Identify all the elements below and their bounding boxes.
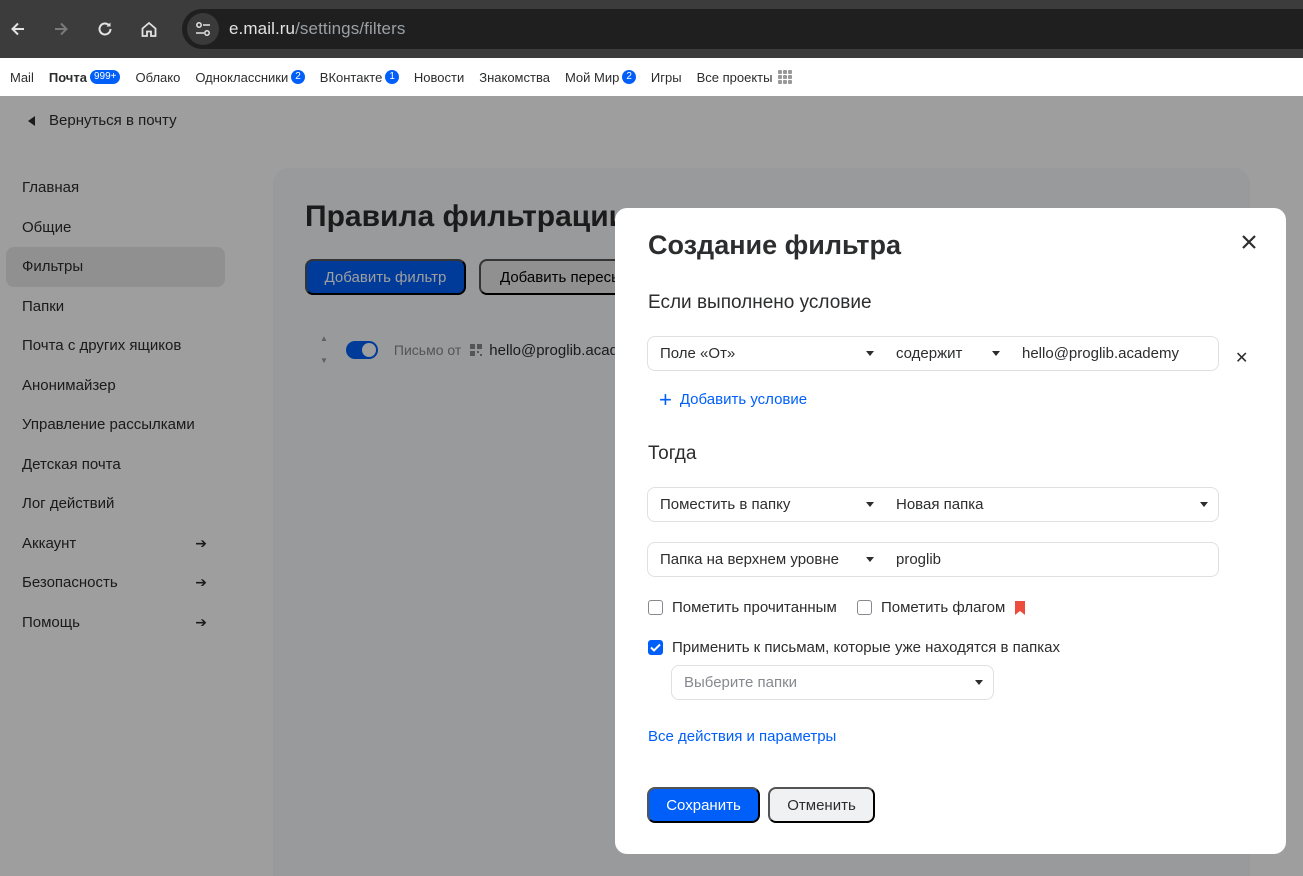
url-text: e.mail.ru/settings/filters bbox=[229, 19, 405, 39]
flag-icon bbox=[1015, 600, 1026, 615]
count-badge: 2 bbox=[291, 70, 305, 84]
remove-condition-icon[interactable]: ✕ bbox=[1235, 348, 1248, 368]
portal-item-dating[interactable]: Знакомства bbox=[479, 70, 550, 85]
checkbox-box[interactable] bbox=[648, 600, 663, 615]
select-placeholder: Выберите папки bbox=[684, 674, 798, 691]
chevron-down-icon bbox=[866, 351, 874, 356]
input-value: hello@proglib.academy bbox=[1022, 345, 1179, 362]
portal-label: Новости bbox=[413, 69, 465, 85]
folder-name-input[interactable]: proglib bbox=[884, 542, 1219, 577]
input-value: proglib bbox=[896, 551, 942, 568]
mark-read-label: Пометить прочитанным bbox=[672, 599, 837, 616]
action-select[interactable]: Поместить в папку bbox=[647, 487, 885, 522]
condition-value-input[interactable]: hello@proglib.academy bbox=[1010, 336, 1219, 371]
cancel-button[interactable]: Отменить bbox=[768, 787, 875, 823]
home-icon[interactable] bbox=[134, 14, 164, 44]
reload-icon[interactable] bbox=[90, 14, 120, 44]
portal-label: Mail bbox=[10, 69, 34, 85]
select-value: Папка на верхнем уровне bbox=[660, 551, 839, 568]
condition-operator-select[interactable]: содержит bbox=[884, 336, 1011, 371]
chevron-down-icon bbox=[975, 680, 983, 685]
portal-label: ВКонтакте bbox=[319, 69, 383, 85]
create-filter-dialog: Создание фильтра Если выполнено условие … bbox=[615, 208, 1286, 854]
portal-label: Все проекты bbox=[696, 69, 773, 85]
portal-item-pochta[interactable]: Почта 999+ bbox=[49, 70, 121, 85]
portal-item-oblako[interactable]: Облако bbox=[135, 70, 180, 85]
folder-level-select[interactable]: Папка на верхнем уровне bbox=[647, 542, 885, 577]
select-value: Поместить в папку bbox=[660, 496, 791, 513]
apply-existing-label: Применить к письмам, которые уже находят… bbox=[672, 639, 1060, 656]
portal-nav: Mail Почта 999+ Облако Одноклассники 2 ВКо… bbox=[0, 58, 1303, 96]
browser-toolbar: e.mail.ru/settings/filters bbox=[0, 0, 1303, 58]
url-path: /settings/filters bbox=[295, 19, 406, 38]
portal-label: Одноклассники bbox=[195, 69, 289, 85]
portal-label: Мой Мир bbox=[564, 69, 620, 85]
checkmark-icon bbox=[650, 643, 661, 652]
select-value: содержит bbox=[896, 345, 963, 362]
portal-item-mail[interactable]: Mail bbox=[10, 70, 34, 85]
portal-item-all-projects[interactable]: Все проекты bbox=[697, 70, 793, 85]
mark-flag-label: Пометить флагом bbox=[881, 599, 1006, 616]
unread-badge: 999+ bbox=[89, 70, 121, 84]
chevron-down-icon bbox=[992, 351, 1000, 356]
count-badge: 2 bbox=[622, 70, 636, 84]
save-button[interactable]: Сохранить bbox=[647, 787, 760, 823]
target-folder-select[interactable]: Новая папка bbox=[884, 487, 1219, 522]
portal-label: Знакомства bbox=[479, 69, 550, 85]
chevron-down-icon bbox=[1200, 502, 1208, 507]
choose-folders-select[interactable]: Выберите папки bbox=[671, 665, 994, 700]
url-host: e.mail.ru bbox=[229, 19, 296, 38]
plus-icon: + bbox=[659, 386, 672, 412]
portal-item-games[interactable]: Игры bbox=[651, 70, 682, 85]
select-value: Поле «От» bbox=[660, 345, 736, 362]
add-condition-label: Добавить условие bbox=[679, 391, 808, 408]
site-settings-icon[interactable] bbox=[187, 13, 219, 45]
portal-item-myworld[interactable]: Мой Мир 2 bbox=[565, 70, 636, 85]
condition-field-select[interactable]: Поле «От» bbox=[647, 336, 885, 371]
chevron-down-icon bbox=[866, 502, 874, 507]
count-badge: 1 bbox=[385, 70, 399, 84]
apps-grid-icon bbox=[778, 70, 793, 84]
close-icon[interactable] bbox=[1239, 232, 1259, 252]
all-actions-link[interactable]: Все действия и параметры bbox=[648, 728, 836, 745]
mark-flag-checkbox[interactable]: Пометить флагом bbox=[857, 599, 1026, 616]
chevron-down-icon bbox=[866, 557, 874, 562]
address-bar[interactable]: e.mail.ru/settings/filters bbox=[182, 9, 1303, 49]
checkbox-box[interactable] bbox=[857, 600, 872, 615]
forward-arrow-icon[interactable] bbox=[46, 14, 76, 44]
back-arrow-icon[interactable] bbox=[3, 14, 33, 44]
add-condition-link[interactable]: + Добавить условие bbox=[659, 386, 808, 412]
portal-label: Облако bbox=[135, 69, 181, 85]
portal-item-ok[interactable]: Одноклассники 2 bbox=[195, 69, 305, 85]
portal-label: Почта bbox=[48, 69, 87, 85]
portal-label: Игры bbox=[650, 69, 682, 85]
portal-item-news[interactable]: Новости bbox=[414, 70, 464, 85]
checkbox-box-checked[interactable] bbox=[648, 640, 663, 655]
dialog-title: Создание фильтра bbox=[648, 230, 901, 260]
select-value: Новая папка bbox=[896, 496, 984, 513]
portal-item-vk[interactable]: ВКонтакте 1 bbox=[320, 70, 399, 85]
mark-read-checkbox[interactable]: Пометить прочитанным bbox=[648, 599, 837, 616]
then-section-title: Тогда bbox=[648, 443, 697, 464]
apply-existing-checkbox[interactable]: Применить к письмам, которые уже находят… bbox=[648, 639, 1060, 656]
condition-section-title: Если выполнено условие bbox=[648, 292, 872, 313]
